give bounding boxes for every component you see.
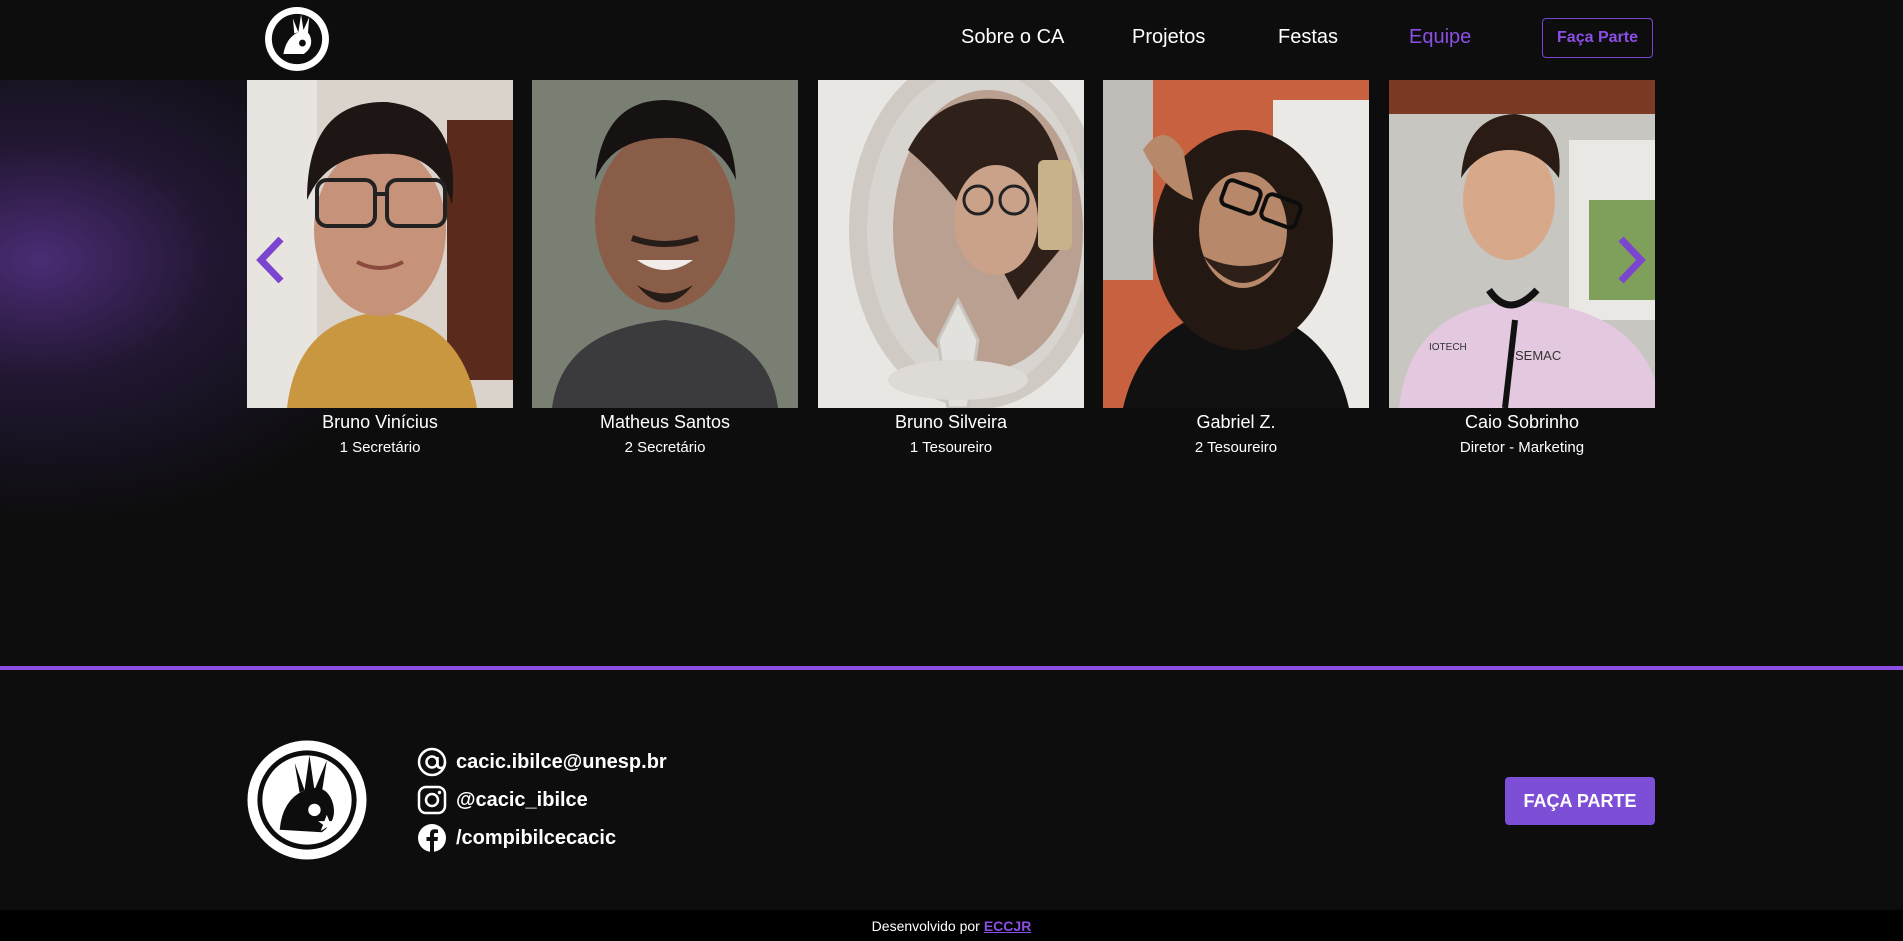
chevron-left-icon: [256, 236, 284, 284]
join-button-footer[interactable]: FAÇA PARTE: [1505, 777, 1655, 825]
email-contact[interactable]: cacic.ibilce@unesp.br: [416, 746, 667, 778]
carousel-next-button[interactable]: [1612, 230, 1652, 290]
cacic-logo[interactable]: [263, 5, 331, 73]
join-button-header[interactable]: Faça Parte: [1542, 18, 1653, 58]
credit-link[interactable]: ECCJR: [984, 918, 1031, 934]
carousel-prev-button[interactable]: [250, 230, 290, 290]
member-card: Gabriel Z. 2 Tesoureiro: [1103, 80, 1369, 456]
member-role: 1 Secretário: [339, 439, 421, 456]
member-role: 2 Secretário: [624, 439, 706, 456]
instagram-icon: [417, 785, 447, 815]
member-name: Gabriel Z.: [1196, 412, 1276, 432]
member-name: Bruno Vinícius: [322, 412, 438, 432]
member-photo: [818, 80, 1084, 408]
member-photo: [1103, 80, 1369, 408]
credits-bar: Desenvolvido por ECCJR: [0, 910, 1903, 941]
member-card: Bruno Silveira 1 Tesoureiro: [818, 80, 1084, 456]
credit-prefix: Desenvolvido por: [871, 917, 980, 934]
member-role: Diretor - Marketing: [1459, 439, 1585, 456]
nav-festas[interactable]: Festas: [1278, 26, 1338, 49]
facebook-contact[interactable]: /compibilcecacic: [416, 822, 616, 854]
member-name: Matheus Santos: [599, 412, 731, 432]
at-icon: [417, 747, 447, 777]
member-role: 1 Tesoureiro: [909, 439, 993, 456]
instagram-contact[interactable]: @cacic_ibilce: [416, 784, 588, 816]
member-role: 2 Tesoureiro: [1194, 439, 1278, 456]
nav-projetos[interactable]: Projetos: [1132, 26, 1205, 49]
email-text: cacic.ibilce@unesp.br: [456, 750, 667, 773]
nav-sobre[interactable]: Sobre o CA: [961, 26, 1064, 49]
cacic-logo: [247, 740, 367, 860]
facebook-text: /compibilcecacic: [456, 826, 617, 849]
site-footer: cacic.ibilce@unesp.br @cacic_ibilce /com…: [0, 670, 1903, 910]
member-card: Matheus Santos 2 Secretário: [532, 80, 798, 456]
team-carousel: Bruno Vinícius 1 Secretário Matheus Sant…: [0, 80, 1903, 666]
chevron-right-icon: [1618, 236, 1646, 284]
facebook-icon: [418, 824, 446, 852]
nav-equipe[interactable]: Equipe: [1409, 26, 1471, 49]
site-header: Sobre o CA Projetos Festas Equipe Faça P…: [0, 0, 1903, 80]
svg-text:IOTECH: IOTECH: [1429, 342, 1467, 353]
member-name: Caio Sobrinho: [1464, 412, 1580, 432]
member-photo: [532, 80, 798, 408]
svg-text:SEMAC: SEMAC: [1515, 348, 1561, 363]
instagram-text: @cacic_ibilce: [456, 788, 588, 811]
member-name: Bruno Silveira: [894, 412, 1008, 432]
